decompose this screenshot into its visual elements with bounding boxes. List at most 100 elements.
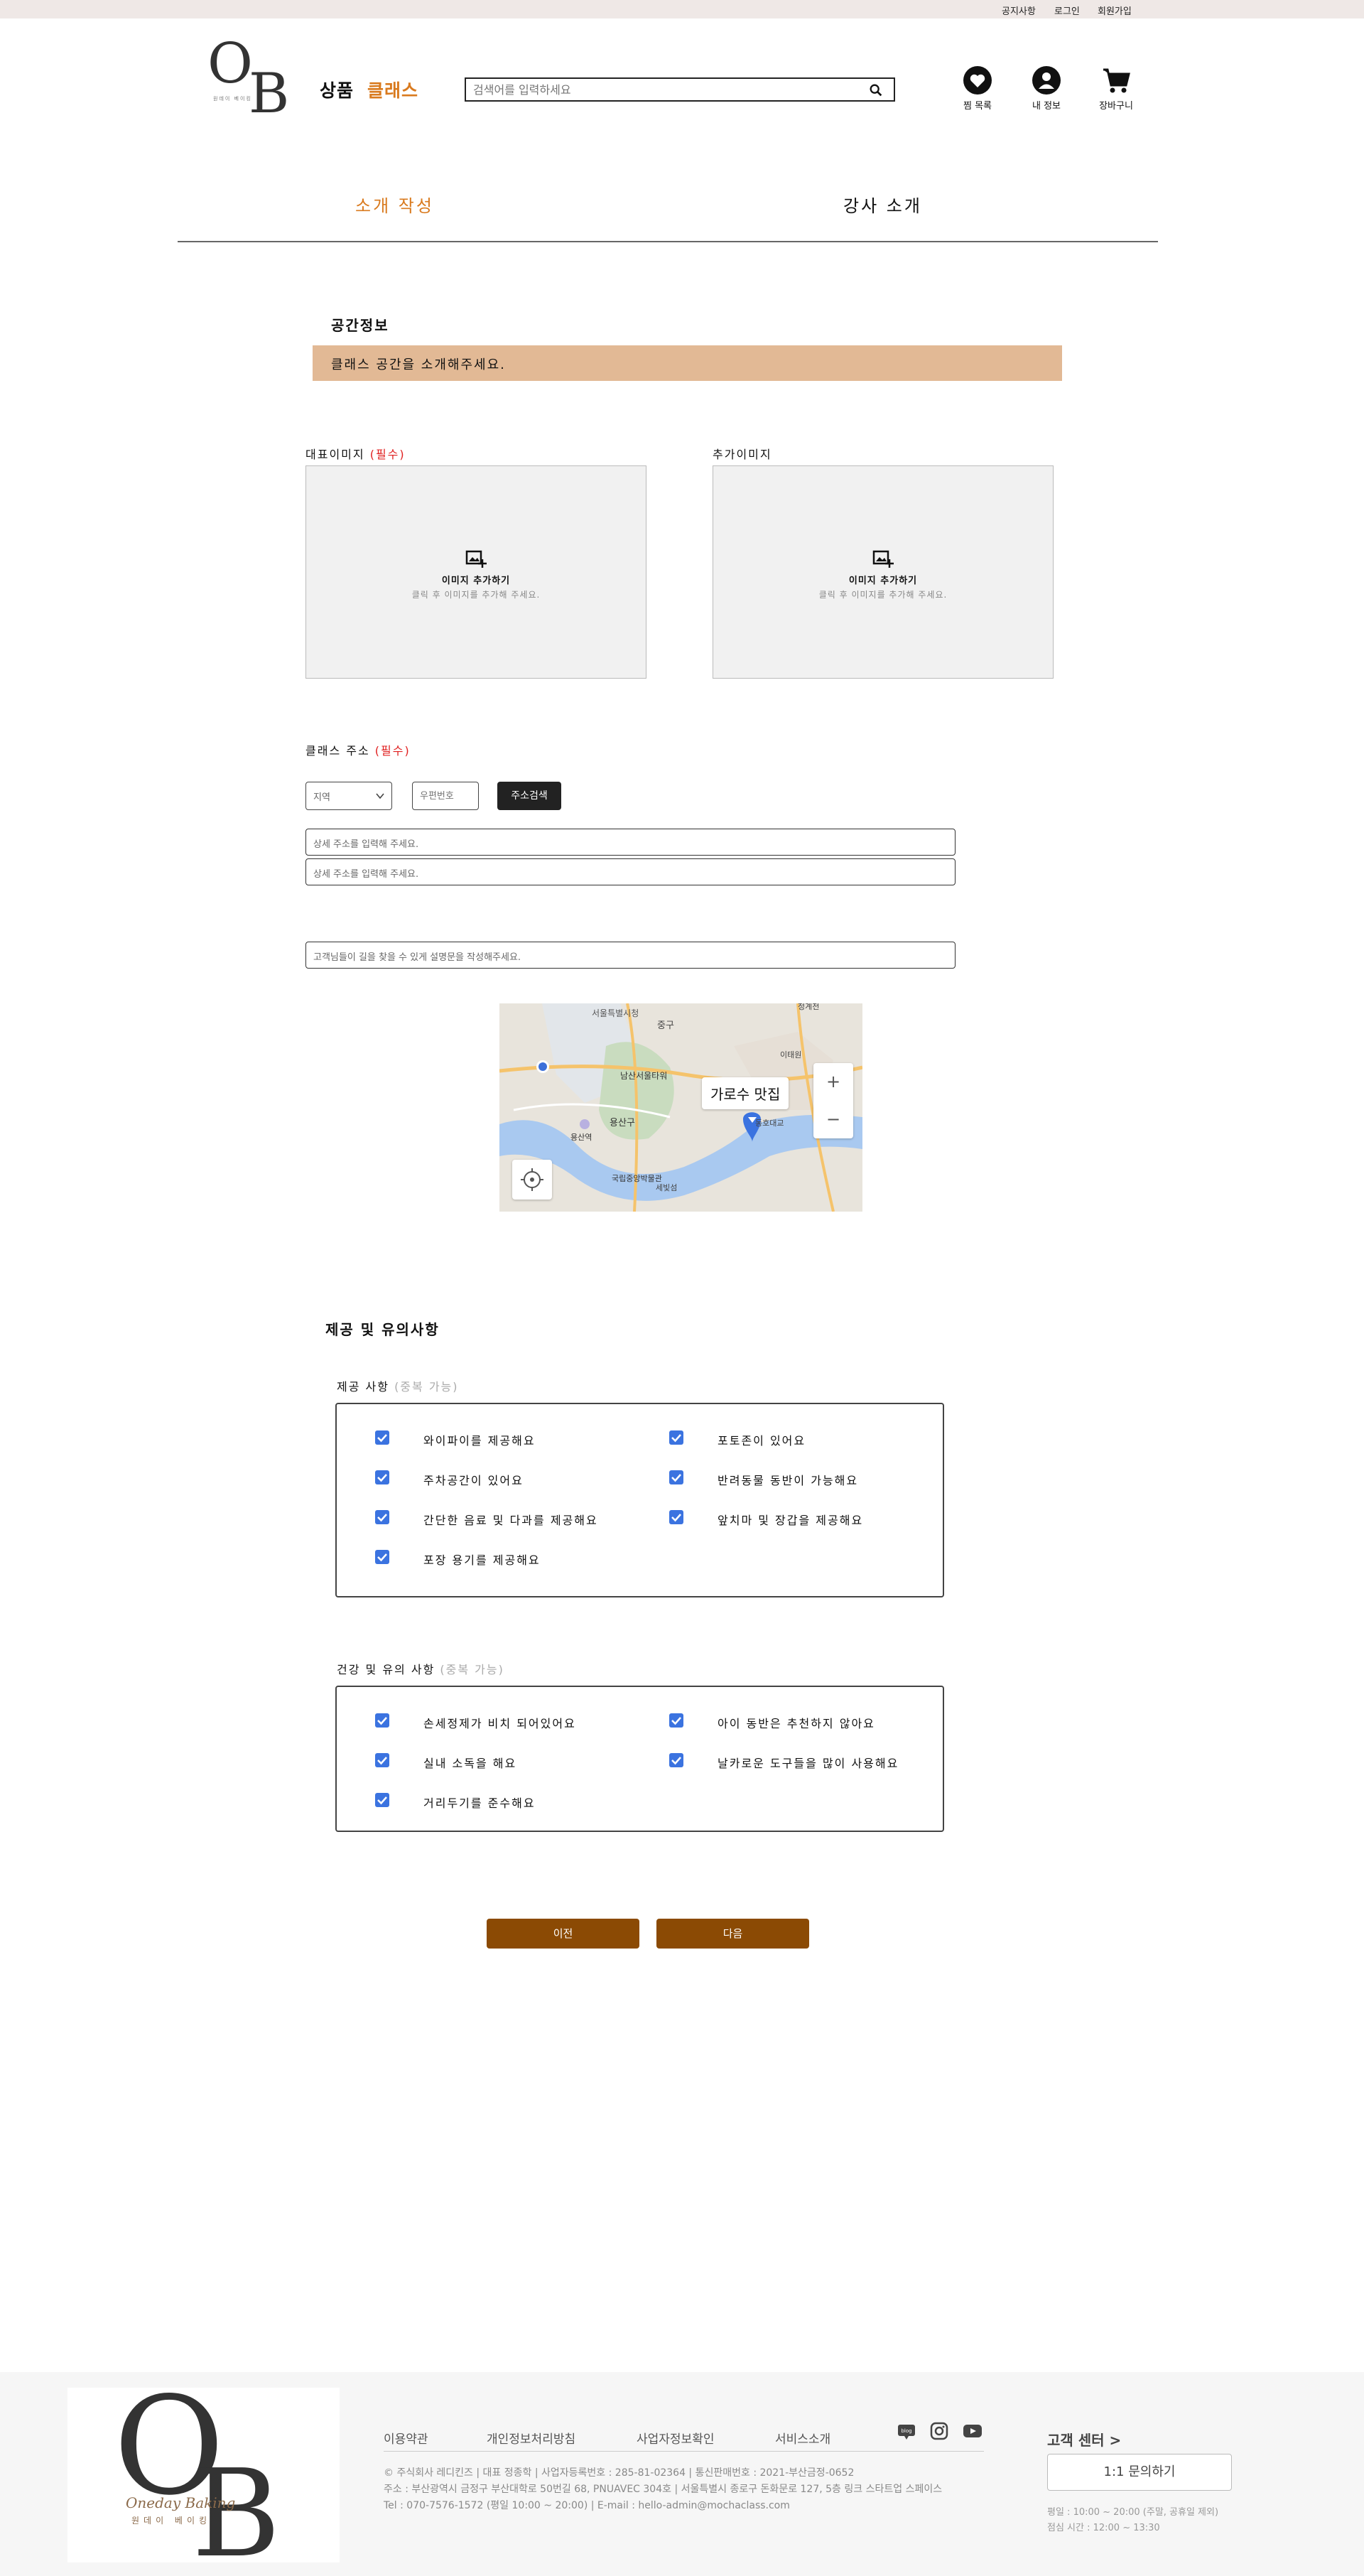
terms-link[interactable]: 이용약관 xyxy=(384,2429,428,2447)
cs-hours: 평일 : 10:00 ~ 20:00 (주말, 공휴일 제외) xyxy=(1047,2507,1219,2518)
checkbox-checked-icon xyxy=(669,1713,683,1728)
prev-button[interactable]: 이전 xyxy=(487,1919,639,1949)
address-label-text: 클래스 주소 xyxy=(305,744,370,758)
detail-address-input-2[interactable]: 상세 주소를 입력해 주세요. xyxy=(305,858,956,885)
main-image-upload[interactable]: 이미지 추가하기 클릭 후 이미지를 추가해 주세요. xyxy=(305,465,646,679)
provision-title: 제공 및 유의사항 xyxy=(325,1321,440,1338)
myinfo-button[interactable]: 내 정보 xyxy=(1022,65,1071,112)
multiple-hint: (중복 가능) xyxy=(440,1663,504,1676)
add-image-text: 이미지 추가하기 xyxy=(441,576,511,586)
signup-link[interactable]: 회원가입 xyxy=(1098,4,1132,17)
map-label: 남산서울타워 xyxy=(620,1071,667,1081)
cart-button[interactable]: 장바구니 xyxy=(1091,65,1141,112)
address-search-button[interactable]: 주소검색 xyxy=(497,782,561,810)
cs-lunch: 점심 시간 : 12:00 ~ 13:30 xyxy=(1047,2523,1160,2533)
checkbox-checked-icon xyxy=(375,1430,389,1445)
svg-text:B: B xyxy=(249,62,289,115)
region-select[interactable]: 지역 xyxy=(305,782,392,810)
offer-text: 포장 용기를 제공해요 xyxy=(423,1553,541,1567)
checkbox-checked-icon xyxy=(375,1550,389,1564)
cart-icon xyxy=(1103,68,1130,93)
main-image-label-text: 대표이미지 xyxy=(305,448,365,461)
footer-logo-script: Oneday Baking xyxy=(126,2494,236,2511)
address-label: 클래스 주소 (필수) xyxy=(305,741,411,758)
login-link[interactable]: 로그인 xyxy=(1054,4,1080,17)
wishlist-label: 찜 목록 xyxy=(963,101,992,112)
tab-instructor[interactable]: 강사 소개 xyxy=(843,192,922,217)
inquiry-button[interactable]: 1:1 문의하기 xyxy=(1047,2454,1232,2491)
blog-icon[interactable]: blog xyxy=(897,2422,916,2440)
detail-address-input-1[interactable]: 상세 주소를 입력해 주세요. xyxy=(305,829,956,856)
space-banner: 클래스 공간을 소개해주세요. xyxy=(313,345,1062,381)
map-label: 서울특별시청 xyxy=(592,1008,639,1018)
region-select-value: 지역 xyxy=(313,792,330,803)
offer-label: 제공 사항 (중복 가능) xyxy=(337,1377,459,1394)
map-view[interactable]: 서울특별시청 중구 남산서울타워 용산구 용산역 국립중앙박물관 청계천 이태원… xyxy=(499,1003,862,1212)
footer: O B Oneday Baking 원데이 베이킹 이용약관 개인정보처리방침 … xyxy=(0,2368,1364,2576)
chevron-down-icon xyxy=(376,793,384,799)
youtube-icon[interactable] xyxy=(963,2422,982,2440)
map-zoom-control: + − xyxy=(813,1063,853,1138)
notice-link[interactable]: 공지사항 xyxy=(1002,4,1036,17)
tab-intro[interactable]: 소개 작성 xyxy=(355,192,434,217)
directions-input[interactable]: 고객님들이 길을 찾을 수 있게 설명문을 작성해주세요. xyxy=(305,942,956,969)
next-button[interactable]: 다음 xyxy=(656,1919,809,1949)
logo[interactable]: O B 원데이 베이킹 xyxy=(207,32,294,126)
extra-image-upload[interactable]: 이미지 추가하기 클릭 후 이미지를 추가해 주세요. xyxy=(713,465,1054,679)
map-label: 국립중앙박물관 xyxy=(612,1174,662,1183)
add-image-hint: 클릭 후 이미지를 추가해 주세요. xyxy=(411,590,541,600)
service-intro-link[interactable]: 서비스소개 xyxy=(775,2429,830,2447)
crosshair-icon xyxy=(521,1168,543,1191)
footer-logo-subtitle: 원데이 베이킹 xyxy=(131,2516,212,2526)
offer-text: 간단한 음료 및 다과를 제공해요 xyxy=(423,1514,598,1527)
required-mark: (필수) xyxy=(369,448,406,461)
map-label: 용산역 xyxy=(570,1133,592,1142)
cart-label: 장바구니 xyxy=(1099,101,1133,112)
zipcode-input[interactable] xyxy=(412,782,479,810)
search-bar xyxy=(465,77,895,102)
locate-button[interactable] xyxy=(512,1160,552,1200)
footer-logo-mark: O B xyxy=(114,2368,281,2576)
checkbox-checked-icon xyxy=(669,1430,683,1445)
checkbox-checked-icon xyxy=(669,1470,683,1484)
svg-text:blog: blog xyxy=(901,2428,911,2434)
extra-image-label: 추가이미지 xyxy=(713,448,772,461)
tab-divider xyxy=(178,241,1158,242)
search-icon[interactable] xyxy=(868,82,884,98)
health-label: 건강 및 유의 사항 (중복 가능) xyxy=(337,1660,504,1677)
add-image-hint: 클릭 후 이미지를 추가해 주세요. xyxy=(818,590,948,600)
myinfo-label: 내 정보 xyxy=(1032,101,1061,112)
company-info: © 주식회사 레디킨즈 | 대표 정종학 | 사업자등록번호 : 285-81-… xyxy=(384,2467,855,2479)
offer-label-text: 제공 사항 xyxy=(337,1380,389,1394)
instagram-icon[interactable] xyxy=(930,2422,948,2440)
health-label-text: 건강 및 유의 사항 xyxy=(337,1663,435,1676)
nav-classes[interactable]: 클래스 xyxy=(367,77,418,102)
offer-text: 와이파이를 제공해요 xyxy=(423,1434,536,1448)
map-label: 용산구 xyxy=(610,1118,635,1128)
checkbox-checked-icon xyxy=(669,1510,683,1524)
main-image-label: 대표이미지 (필수) xyxy=(305,445,406,462)
multiple-hint: (중복 가능) xyxy=(394,1380,459,1394)
business-info-link[interactable]: 사업자정보확인 xyxy=(637,2429,714,2447)
wishlist-button[interactable]: 찜 목록 xyxy=(953,65,1002,112)
zoom-in-button[interactable]: + xyxy=(813,1063,853,1101)
map-label: 청계천 xyxy=(798,1003,819,1011)
checkbox-checked-icon xyxy=(375,1470,389,1484)
checkbox-checked-icon xyxy=(375,1510,389,1524)
logo-subtitle: 원데이 베이킹 xyxy=(213,96,252,102)
offer-text: 앞치마 및 장갑을 제공해요 xyxy=(718,1514,864,1527)
health-text: 손세정제가 비치 되어있어요 xyxy=(423,1717,576,1730)
health-box: 손세정제가 비치 되어있어요 아이 동반은 추천하지 않아요 실내 소독을 해요… xyxy=(335,1686,944,1832)
health-text: 날카로운 도구들을 많이 사용해요 xyxy=(718,1757,899,1770)
customer-center-link[interactable]: 고객 센터 > xyxy=(1047,2429,1121,2450)
checkbox-checked-icon xyxy=(669,1753,683,1767)
nav-products[interactable]: 상품 xyxy=(320,77,354,102)
zoom-out-button[interactable]: − xyxy=(813,1101,853,1138)
map-place-label[interactable]: 가로수 맛집 xyxy=(702,1077,789,1109)
search-input[interactable] xyxy=(466,79,850,100)
health-text: 거리두기를 준수해요 xyxy=(423,1796,536,1810)
company-address: 주소 : 부산광역시 금정구 부산대학로 50번길 68, PNUAVEC 30… xyxy=(384,2484,943,2495)
checkbox-checked-icon xyxy=(375,1713,389,1728)
privacy-link[interactable]: 개인정보처리방침 xyxy=(487,2429,575,2447)
map-label: 동호대교 xyxy=(755,1119,784,1128)
